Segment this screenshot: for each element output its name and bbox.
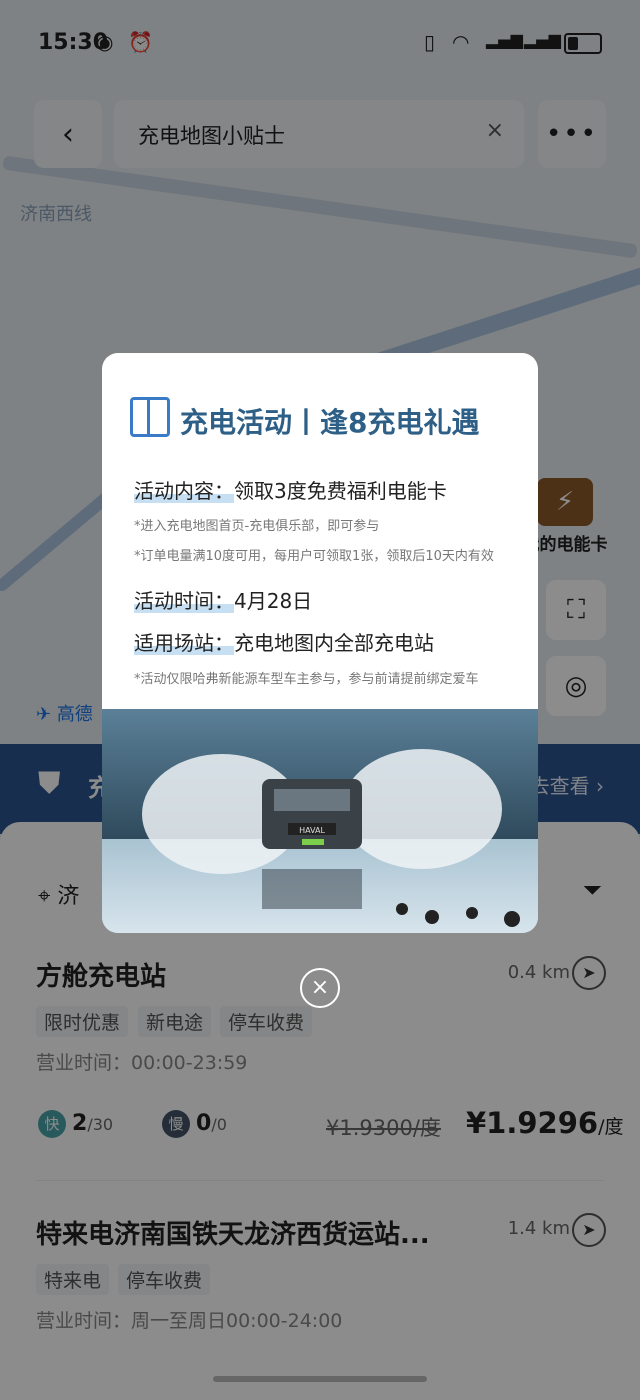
promo-image[interactable]: HAVAL: [102, 709, 538, 933]
activity-time: 活动时间：4月28日: [134, 589, 313, 613]
gift-icon: [130, 397, 170, 437]
activity-modal: 充电活动丨逢8充电礼遇 活动内容：领取3度免费福利电能卡 *进入充电地图首页-充…: [102, 353, 538, 933]
car-badge-text: HAVAL: [299, 826, 325, 835]
modal-title: 充电活动丨逢8充电礼遇: [130, 397, 479, 441]
close-modal-button[interactable]: ×: [300, 968, 340, 1008]
note-usage: *订单电量满10度可用，每用户可领取1张，领取后10天内有效: [134, 549, 494, 564]
note-eligibility: *活动仅限哈弗新能源车型车主参与，参与前请提前绑定爱车: [134, 672, 479, 687]
activity-content: 活动内容：领取3度免费福利电能卡: [134, 479, 447, 503]
note-entry: *进入充电地图首页-充电俱乐部，即可参与: [134, 519, 380, 534]
applicable-stations: 适用场站：充电地图内全部充电站: [134, 631, 434, 655]
